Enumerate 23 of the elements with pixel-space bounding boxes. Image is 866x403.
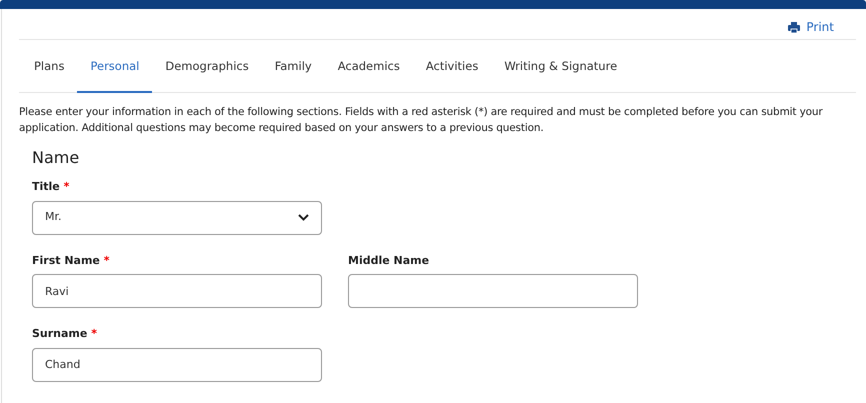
tab[interactable]: Personal (77, 40, 152, 93)
required-asterisk: * (104, 254, 110, 267)
text-field[interactable]: Chand (32, 348, 322, 382)
required-asterisk: * (64, 180, 70, 194)
tab[interactable]: Plans (21, 40, 78, 93)
text-field[interactable] (348, 274, 638, 308)
tab[interactable]: Writing & Signature (491, 40, 630, 93)
title-select[interactable]: Mr. (32, 200, 322, 235)
section-heading: Name (32, 148, 80, 168)
required-asterisk: * (91, 327, 97, 340)
tab[interactable]: Activities (412, 40, 492, 93)
text-field[interactable]: Ravi (32, 274, 322, 308)
field-label: Middle Name (348, 252, 430, 269)
tab[interactable]: Academics (324, 40, 413, 93)
tab[interactable]: Family (262, 40, 325, 93)
print-link[interactable]: Print (788, 18, 834, 36)
printer-icon (788, 22, 800, 32)
field-label: First Name * (32, 252, 110, 269)
tab[interactable]: Demographics (152, 40, 262, 93)
instructions-text: Please enter your information in each of the following sections. Fields with a red asterisk (*) are required and must be completed before you can submit your application. Additional questions may become required based on your answers to a previous question. (19, 105, 824, 136)
chevron-icon (298, 214, 309, 222)
field-label: Surname * (32, 326, 97, 342)
field-label: Title * (32, 179, 70, 196)
